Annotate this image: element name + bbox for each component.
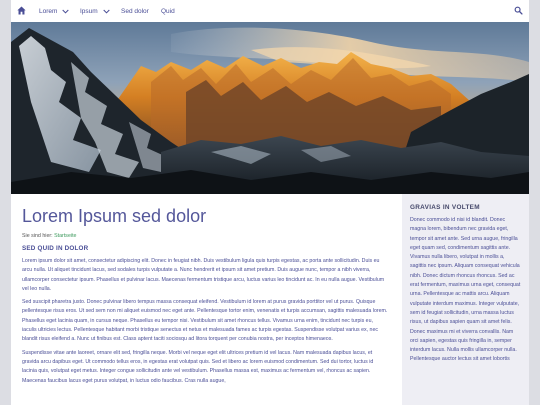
paragraph: Suspendisse vitae ante laoreet, ornare e…: [22, 349, 374, 384]
sidebar-text: Donec commodo id nisi id blandit. Donec …: [410, 217, 521, 363]
nav-item-label: Quid: [161, 8, 175, 15]
nav-item-label: Sed dolor: [121, 8, 149, 15]
paragraph: Sed suscipit pharetra justo. Donec pulvi…: [22, 299, 388, 343]
page: Lorem Ipsum Sed dolor Quid Lorem Ipsum s…: [11, 0, 529, 405]
nav-item-ipsum[interactable]: Ipsum: [80, 0, 110, 22]
nav-item-label: Lorem: [39, 8, 58, 15]
nav-item-quid[interactable]: Quid: [161, 0, 175, 22]
page-title: Lorem Ipsum sed dolor: [22, 206, 207, 226]
chevron-down-icon: [103, 9, 110, 14]
hero-image: [11, 22, 529, 194]
home-icon[interactable]: [17, 6, 26, 15]
top-navigation: Lorem Ipsum Sed dolor Quid: [11, 0, 529, 22]
search-icon[interactable]: [514, 6, 523, 15]
nav-item-sed-dolor[interactable]: Sed dolor: [121, 0, 149, 22]
nav-item-label: Ipsum: [80, 8, 98, 15]
chevron-down-icon: [62, 9, 70, 14]
nav-item-lorem[interactable]: Lorem: [39, 0, 70, 22]
breadcrumb-prefix: Sie sind hier:: [22, 233, 53, 239]
main-content: Lorem Ipsum sed dolor Sie sind hier: Sta…: [22, 194, 388, 405]
sidebar: GRAVIAS IN VOLTEM Donec commodo id nisi …: [402, 194, 529, 405]
paragraph: Lorem ipsum dolor sit amet, consectetur …: [22, 258, 385, 292]
section-heading: SED QUID IN DOLOR: [22, 245, 89, 252]
mountain-landscape-photo: [11, 22, 529, 194]
breadcrumb: Sie sind hier: Startseite: [22, 232, 388, 240]
breadcrumb-link-home[interactable]: Startseite: [54, 233, 76, 239]
sidebar-title: GRAVIAS IN VOLTEM: [410, 204, 480, 211]
